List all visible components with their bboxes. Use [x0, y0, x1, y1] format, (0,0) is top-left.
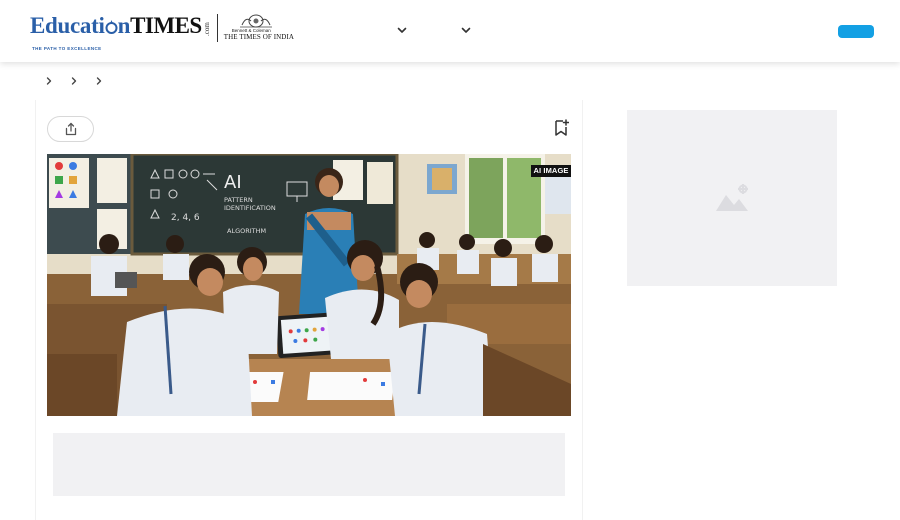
- logo-brand-part2: n: [117, 13, 131, 38]
- nav-dropdown-1[interactable]: [396, 24, 408, 36]
- logo-brand-part1: Educati: [30, 13, 105, 38]
- site-logo[interactable]: Educati n THE PATH TO EXCELLENCE TIMES .c…: [30, 13, 295, 52]
- logo-dotcom: .com: [202, 22, 211, 36]
- article-hero-image: AI PATTERN IDENTIFICATION ALGORITHM 2, 4…: [47, 154, 571, 416]
- classroom-illustration: AI PATTERN IDENTIFICATION ALGORITHM 2, 4…: [47, 154, 571, 416]
- logo-tagline: THE PATH TO EXCELLENCE: [32, 46, 102, 51]
- site-header: Educati n THE PATH TO EXCELLENCE TIMES .c…: [0, 0, 900, 62]
- chevron-right-icon: [71, 77, 77, 85]
- logo-education: Educati n THE PATH TO EXCELLENCE: [30, 13, 131, 52]
- breadcrumb-separator: [69, 74, 79, 86]
- toi-name: THE TIMES OF INDIA: [223, 33, 295, 41]
- bookmark-add-icon: [555, 119, 570, 136]
- blackboard-sequence: 2, 4, 6: [171, 213, 200, 223]
- nav-dropdown-2[interactable]: [460, 24, 472, 36]
- blackboard-line-2: IDENTIFICATION: [224, 204, 276, 212]
- logo-globe-icon: [105, 20, 118, 34]
- breadcrumb-separator: [94, 74, 104, 86]
- chevron-down-icon: [397, 27, 407, 33]
- breadcrumb-separator: [44, 74, 54, 86]
- chevron-right-icon: [96, 77, 102, 85]
- toi-crest-icon: [239, 14, 272, 28]
- ai-image-badge: AI IMAGE: [531, 165, 571, 177]
- blackboard-title: AI: [224, 172, 242, 193]
- blackboard-line-1: PATTERN: [224, 196, 253, 204]
- chevron-down-icon: [461, 27, 471, 33]
- header-cta-button[interactable]: [838, 25, 874, 38]
- bookmark-button[interactable]: [553, 119, 570, 137]
- image-placeholder-icon: [716, 184, 748, 211]
- logo-times-of-india: Bennett & Coleman THE TIMES OF INDIA: [224, 14, 294, 44]
- logo-divider: [216, 14, 218, 42]
- share-button[interactable]: [47, 116, 94, 142]
- chevron-right-icon: [46, 77, 52, 85]
- inline-ad-placeholder: [53, 433, 565, 496]
- sidebar-ad-placeholder: [627, 110, 837, 286]
- logo-times: TIMES: [130, 13, 202, 38]
- blackboard-line-3: ALGORITHM: [227, 227, 266, 235]
- share-icon: [65, 122, 76, 136]
